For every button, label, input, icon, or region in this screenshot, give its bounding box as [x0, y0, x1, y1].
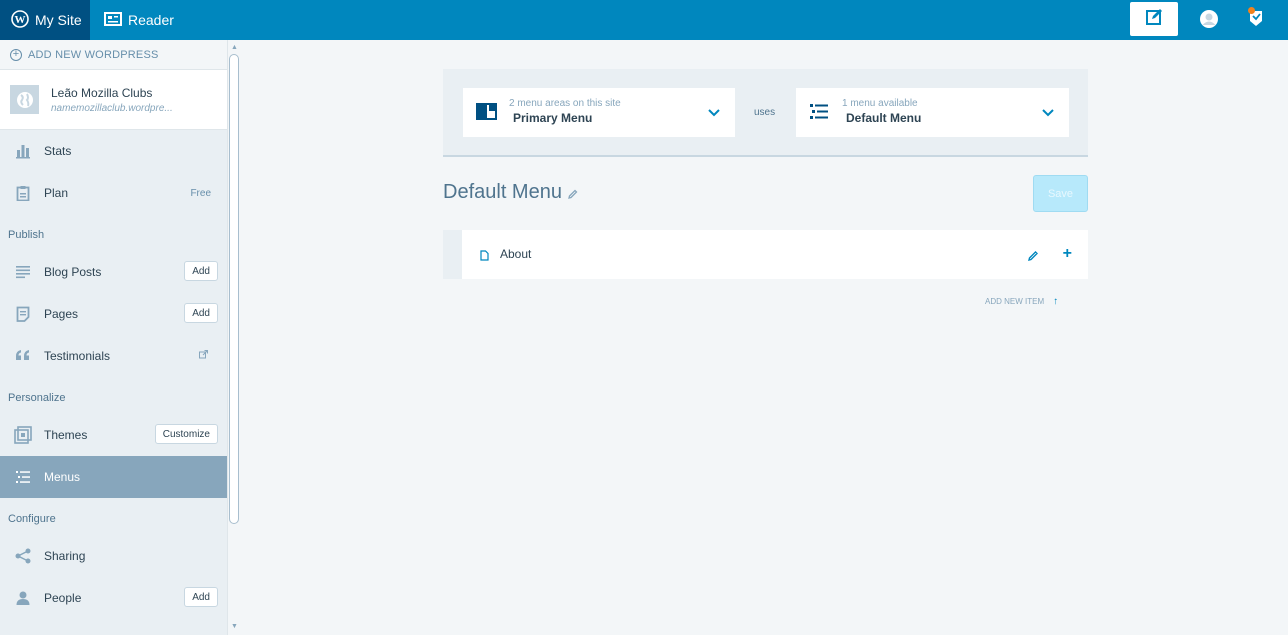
- pencil-icon[interactable]: [568, 182, 578, 205]
- edit-pencil-icon[interactable]: [1028, 248, 1039, 266]
- menu-item-row[interactable]: About +: [443, 230, 1088, 279]
- sidebar-item-label: Themes: [44, 428, 88, 442]
- chevron-down-icon: [707, 106, 721, 120]
- sidebar-item-sharing[interactable]: Sharing: [0, 535, 227, 577]
- add-new-site-link[interactable]: + Add New WordPress: [0, 40, 227, 70]
- add-new-item-button[interactable]: Add new item ↑: [985, 296, 1058, 307]
- posts-icon: [14, 263, 32, 281]
- menu-title[interactable]: Default Menu: [443, 180, 578, 205]
- person-icon: [14, 589, 32, 607]
- scrollbar-thumb[interactable]: [229, 54, 239, 524]
- sidebar-item-label: Blog Posts: [44, 265, 102, 279]
- share-icon: [14, 547, 32, 565]
- reader-icon: [104, 11, 122, 29]
- add-new-label: Add New WordPress: [28, 48, 159, 61]
- menu-item-label: About: [500, 247, 532, 261]
- layout-icon: [475, 102, 499, 122]
- location-caption: 2 menu areas on this site: [509, 98, 621, 109]
- plan-badge: Free: [190, 187, 211, 199]
- my-site-button[interactable]: W My Site: [0, 0, 90, 40]
- write-post-button[interactable]: [1130, 2, 1178, 36]
- current-site[interactable]: Leão Mozilla Clubs namemozillaclub.wordp…: [0, 70, 227, 130]
- add-new-item-label: Add new item: [985, 297, 1045, 306]
- sidebar-item-pages[interactable]: Pages Add: [0, 293, 227, 335]
- write-icon: [1145, 8, 1163, 31]
- arrow-up-icon: ↑: [1053, 296, 1059, 307]
- customize-button[interactable]: Customize: [154, 424, 218, 444]
- add-blog-post-button[interactable]: Add: [184, 261, 218, 281]
- configure-heading: Configure: [8, 512, 56, 525]
- personalize-heading: Personalize: [8, 391, 66, 404]
- site-name: Leão Mozilla Clubs: [51, 85, 153, 100]
- menus-icon: [14, 468, 32, 486]
- clipboard-icon: [14, 184, 32, 202]
- uses-label: uses: [754, 107, 776, 118]
- sidebar-item-plan[interactable]: Plan Free: [0, 172, 227, 214]
- menu-location-dropdown[interactable]: 2 menu areas on this site Primary Menu: [463, 88, 735, 137]
- themes-icon: [14, 426, 32, 444]
- quote-icon: [14, 347, 32, 365]
- sidebar-item-label: Sharing: [44, 549, 86, 563]
- reader-label: Reader: [128, 12, 174, 28]
- sidebar-item-label: Testimonials: [44, 349, 111, 363]
- svg-text:W: W: [15, 14, 26, 26]
- add-people-button[interactable]: Add: [184, 587, 218, 607]
- add-child-icon[interactable]: +: [1063, 246, 1072, 262]
- sidebar-item-stats[interactable]: Stats: [0, 130, 227, 172]
- sidebar-item-label: Menus: [44, 470, 81, 484]
- sidebar-item-label: Pages: [44, 307, 79, 321]
- profile-avatar[interactable]: [1198, 8, 1220, 30]
- sidebar: + Add New WordPress Leão Mozilla Clubs n…: [0, 40, 227, 635]
- masterbar: W My Site Reader: [0, 0, 1288, 40]
- menu-title-text: Default Menu: [443, 181, 562, 203]
- plus-circle-icon: +: [10, 48, 22, 61]
- menu-select-dropdown[interactable]: 1 menu available Default Menu: [796, 88, 1069, 137]
- sidebar-item-label: Plan: [44, 186, 69, 200]
- reader-button[interactable]: Reader: [104, 0, 174, 40]
- save-button[interactable]: Save: [1033, 175, 1088, 212]
- location-value: Primary Menu: [513, 111, 593, 125]
- sidebar-item-themes[interactable]: Themes Customize: [0, 414, 227, 456]
- my-site-label: My Site: [35, 12, 82, 28]
- chevron-down-icon: [1041, 106, 1055, 120]
- notification-dot: [1248, 7, 1255, 14]
- external-link-icon: [199, 350, 208, 362]
- sidebar-item-people[interactable]: People Add: [0, 577, 227, 619]
- publish-heading: Publish: [8, 228, 45, 241]
- pages-icon: [14, 305, 32, 323]
- menu-caption: 1 menu available: [842, 98, 918, 109]
- menu-selector-bar: 2 menu areas on this site Primary Menu u…: [443, 69, 1088, 157]
- scroll-up-icon[interactable]: ▲: [231, 44, 238, 51]
- menu-list-icon: [808, 102, 832, 122]
- sidebar-item-blog-posts[interactable]: Blog Posts Add: [0, 251, 227, 293]
- globe-icon: [10, 85, 39, 114]
- sidebar-item-menus[interactable]: Menus: [0, 456, 227, 498]
- sidebar-item-label: People: [44, 591, 82, 605]
- sidebar-item-testimonials[interactable]: Testimonials: [0, 335, 227, 377]
- sidebar-scrollbar[interactable]: ▲ ▼: [227, 40, 240, 635]
- site-url: namemozillaclub.wordpre...: [51, 102, 173, 114]
- add-page-button[interactable]: Add: [184, 303, 218, 323]
- page-icon: [480, 248, 489, 266]
- notifications-button[interactable]: [1244, 6, 1268, 32]
- wordpress-logo-icon: W: [11, 9, 29, 31]
- menu-value: Default Menu: [846, 111, 922, 125]
- sidebar-item-label: Stats: [44, 144, 72, 158]
- scroll-down-icon[interactable]: ▼: [231, 623, 238, 630]
- stats-icon: [14, 142, 32, 160]
